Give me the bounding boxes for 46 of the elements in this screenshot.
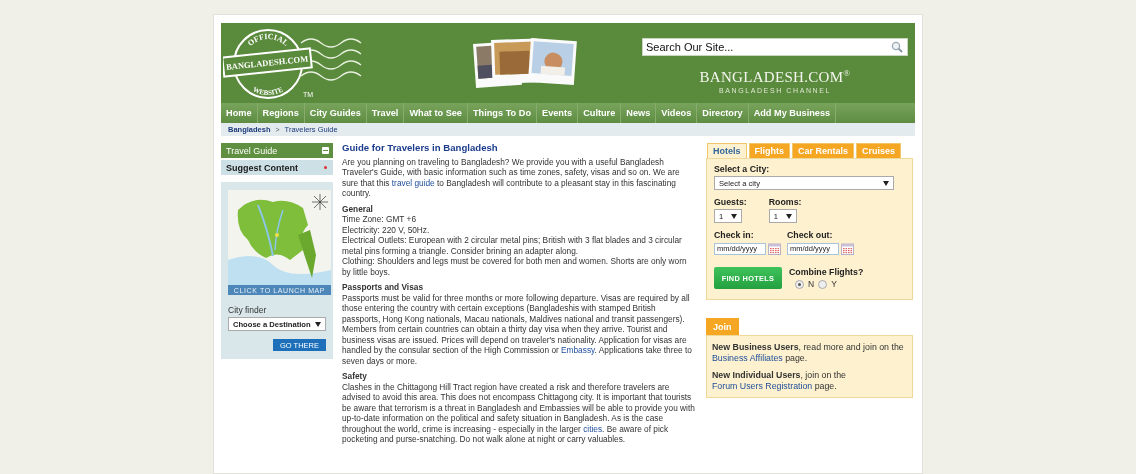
radio-button[interactable] (818, 279, 828, 289)
caret-icon (315, 321, 321, 327)
collapse-icon[interactable] (322, 147, 329, 154)
section-heading: Safety (342, 371, 368, 382)
section-heading: Passports and Visas (342, 282, 424, 293)
search-icon[interactable] (891, 41, 903, 53)
city-finder-label: City finder (228, 305, 268, 315)
radio-label: Y (831, 279, 837, 289)
radio-button[interactable] (795, 279, 804, 289)
field-label: Combine Flights? (789, 267, 864, 277)
booking-tab[interactable]: Flights (748, 143, 790, 158)
paragraph: Electricity: 220 V, 50Hz. (342, 224, 431, 235)
field-label: Check in: (714, 230, 755, 240)
text-link[interactable]: Business Affiliates (712, 353, 783, 363)
caret-icon (731, 213, 737, 219)
text-link[interactable]: travel guide (391, 177, 435, 188)
search-input[interactable]: Search Our Site... (643, 41, 891, 53)
field-label: Guests: (714, 197, 747, 207)
paragraph: Electrical Outlets: European with 2 circular metal pins; British with 3 flat blades and 3 circular metal pins forming a triangle. Consider brining an adapter along. (342, 235, 683, 256)
calendar-icon[interactable] (841, 242, 854, 255)
booking-tab[interactable]: Cruises (856, 143, 902, 158)
article-title: Guide for Travelers in Bangladesh (342, 143, 499, 154)
paragraph: Clothing: Shoulders and legs must be covered for both men and women. Shorts are only worn by little boys. (342, 256, 688, 277)
brand-name: BANGLADESH.COM$^{®}$ (699, 68, 851, 86)
sidebar-menu-item[interactable]: Travel Guide (221, 143, 333, 158)
search-field[interactable]: Search Our Site... (642, 38, 908, 56)
paragraph: Time Zone: GMT +6 (342, 214, 417, 225)
sidebar-menu-item[interactable]: Suggest Content (221, 160, 333, 175)
booking-tab[interactable]: Car Rentals (792, 143, 855, 158)
field-label: Select a City: (714, 164, 771, 174)
paragraph: New Individual Users, join on the Forum Users Registration page. (712, 370, 847, 392)
field-label: Rooms: (768, 197, 802, 207)
radio-label: N (808, 279, 815, 289)
text-link[interactable]: Forum Users Registration (712, 381, 813, 391)
field-label: Check out: (787, 230, 834, 240)
caret-icon (785, 213, 792, 219)
calendar-icon[interactable] (768, 242, 781, 255)
text-link[interactable]: Embassy (561, 345, 595, 355)
booking-tab[interactable]: Hotels (707, 143, 747, 158)
paragraph: New Business Users, read more and join on the Business Affiliates page. (712, 342, 905, 364)
caret-icon (883, 180, 889, 186)
section-heading: General (342, 203, 374, 214)
join-tab[interactable]: Join (706, 318, 739, 335)
paragraph: Passports must be valid for three months or more following departure. Visas are required by all those entering the country with certain exceptions (Bangladeshis with stamped British passports, Hong Kong nationals, Macau nationals, Maldives national and transit passengers). Members from certain countries can obtain a thirty day visa when they arrive. Tourist and business visas are issued. Prices will depend on traveler's nationality. Application for visas are handled by the consular section of the High Commission or Embassy. Applications take three to seven days or more. (342, 292, 693, 366)
paragraph: Clashes in the Chittagong Hill Tract region have created a risk and therefore travelers are advised to avoid this area. This does not encompass Chittagong city. It is important that tourists be aware that terrorism is a threat in Bangladesh and Embassies will be able to provide you with up-to-date information on the political and safety situation in Bangladesh. As is the case throughout the world, crime is increasing - especially in the larger cities. Be aware of pick pocketing and purse-snatching. Do not walk alone at night or carry valuables. (342, 381, 696, 445)
paragraph: Are you planning on traveling to Bangladesh? We provide you with a useful Bangladesh Traveler's Guide, with basic information such as time zones, safety, visas and so on. We are sure that this travel guide to Bangladesh will contribute to a pleasant stay in this fascinating country. (342, 156, 681, 199)
